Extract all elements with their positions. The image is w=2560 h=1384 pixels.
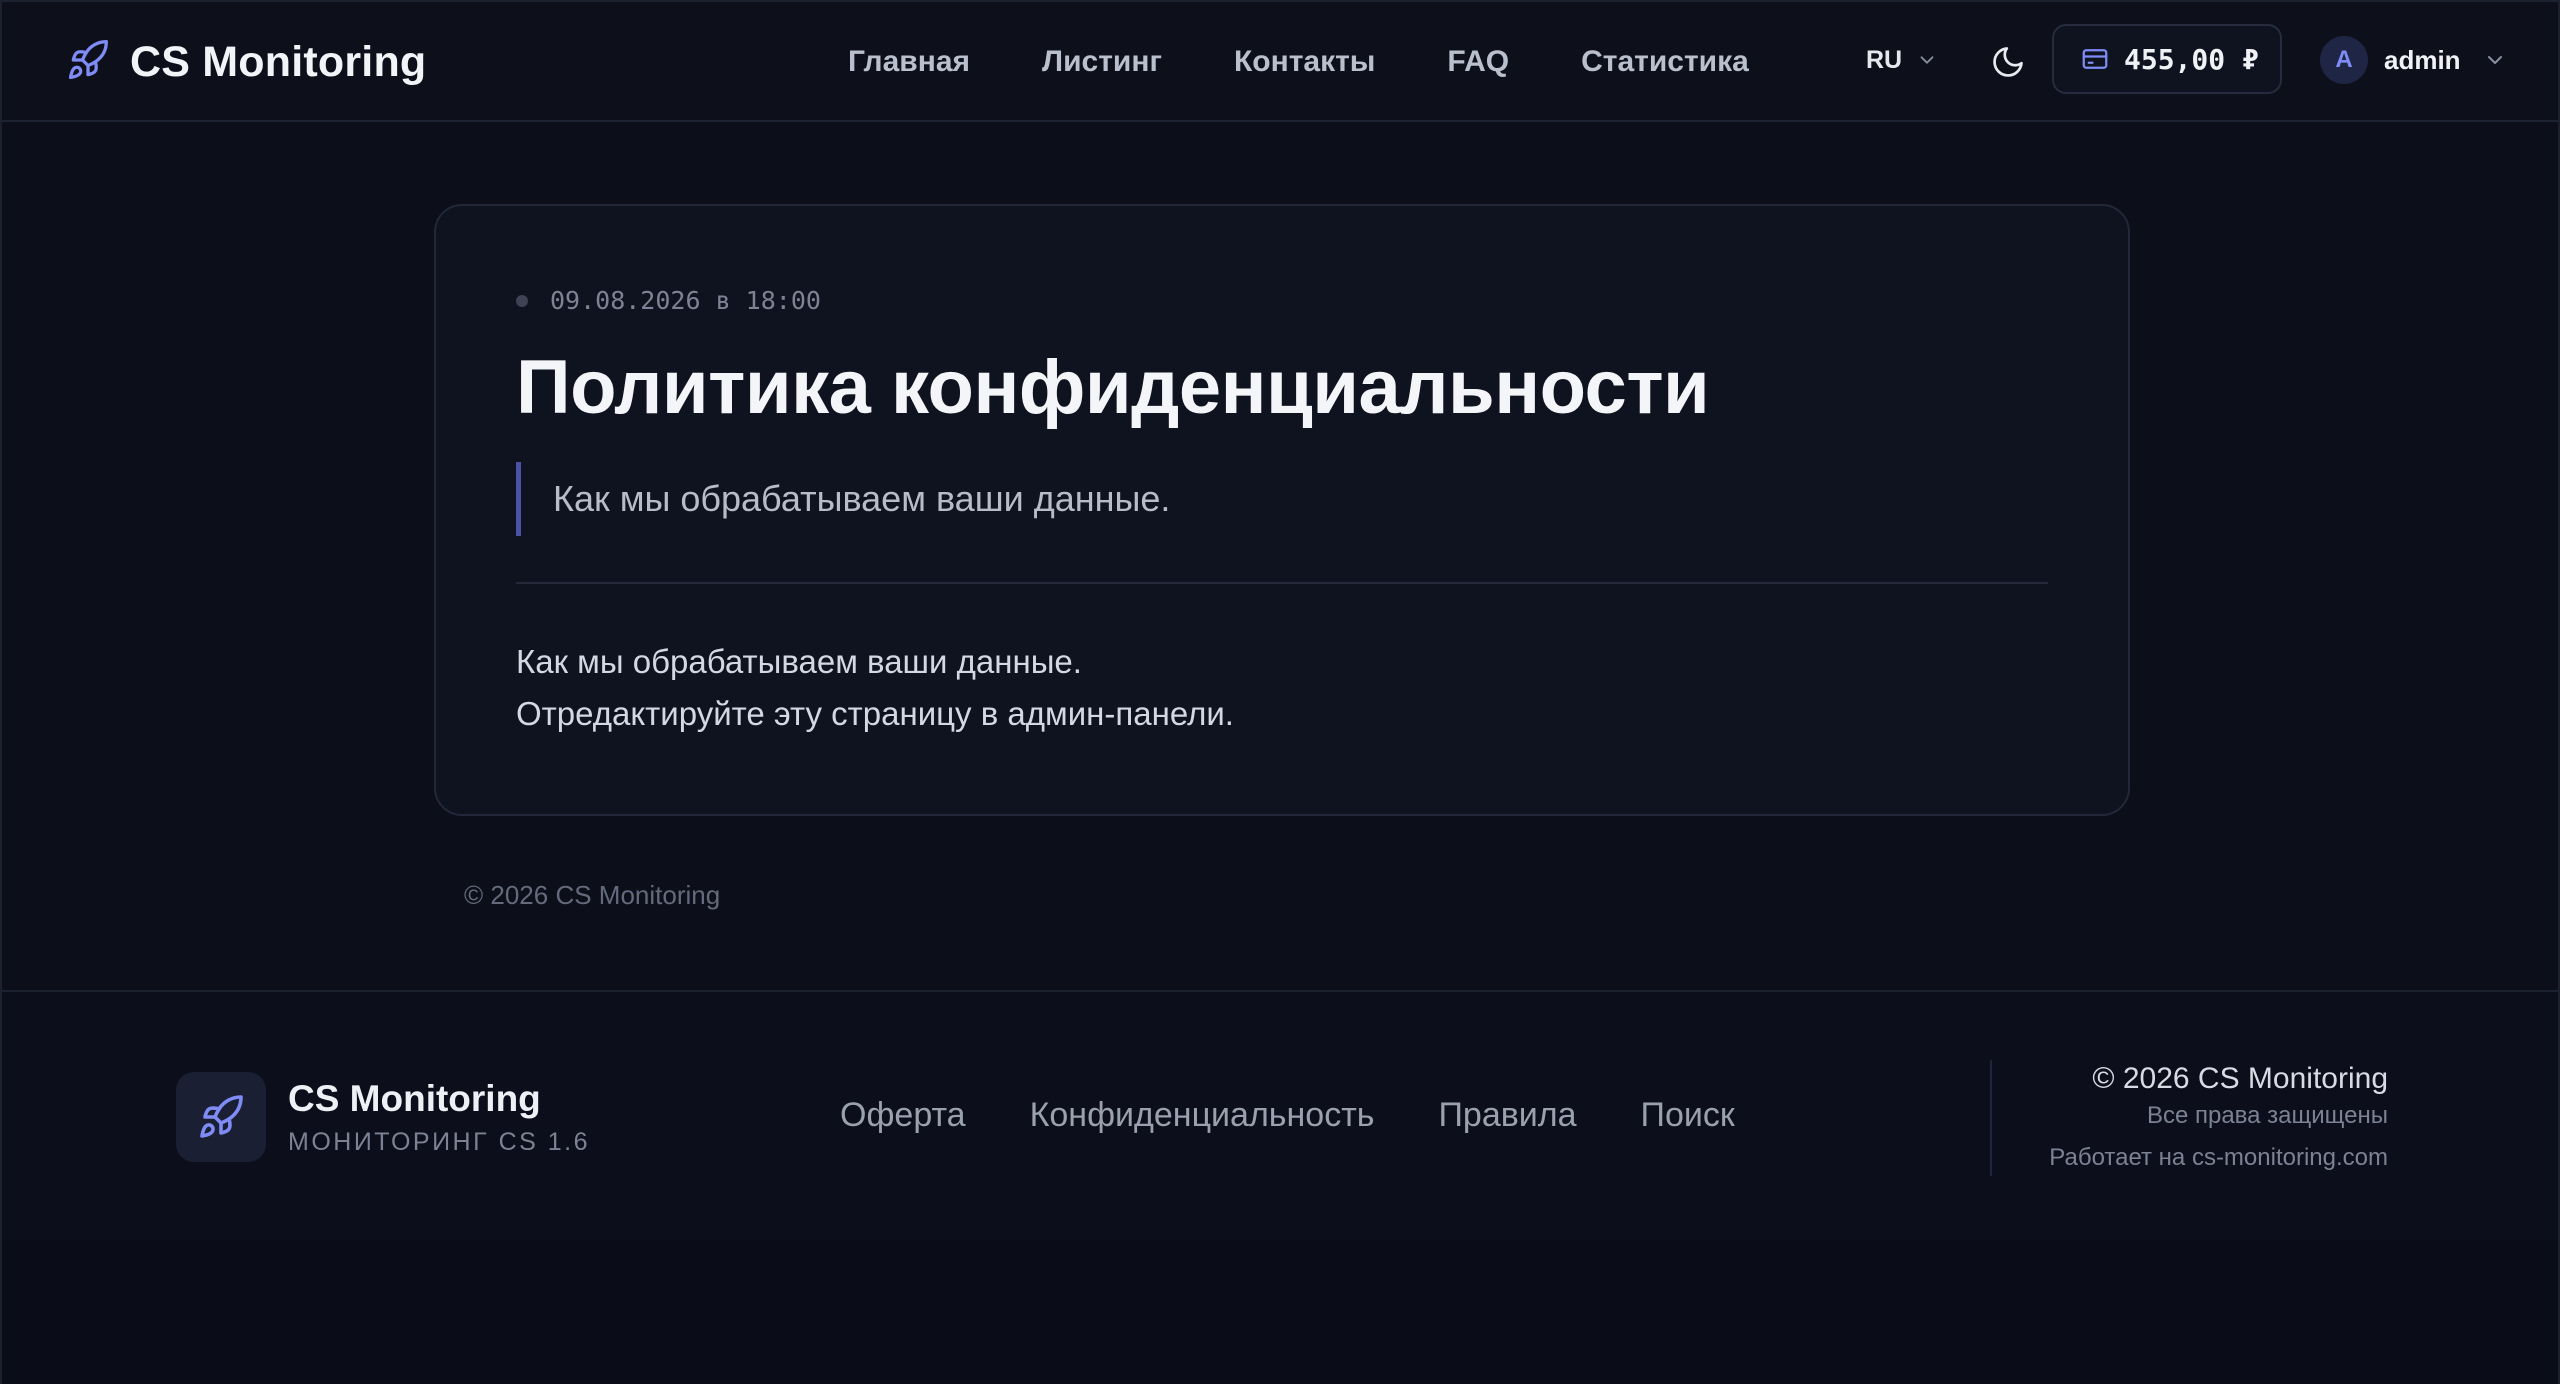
chevron-down-icon	[1920, 56, 1934, 64]
balance-value: 455,00 ₽	[2124, 42, 2259, 76]
rocket-icon	[66, 38, 110, 87]
user-name: admin	[2384, 44, 2461, 75]
footer-brand: CS Monitoring МОНИТОРИНГ CS 1.6	[288, 1078, 590, 1157]
user-menu[interactable]: A admin	[2320, 34, 2507, 86]
footer-link-search[interactable]: Поиск	[1641, 1096, 1735, 1135]
article-card: 09.08.2026 в 18:00 Политика конфиденциал…	[434, 204, 2130, 816]
footer-rights: Все права защищены	[2146, 1102, 2388, 1129]
balance-button[interactable]: 455,00 ₽	[2052, 24, 2282, 94]
main-nav: Главная Листинг Контакты FAQ Статистика	[848, 36, 1821, 88]
article-body-line: Как мы обрабатываем ваши данные.	[516, 643, 1082, 680]
language-selector[interactable]: RU	[1866, 40, 1938, 80]
site-footer: CS Monitoring МОНИТОРИНГ CS 1.6 Оферта К…	[2, 990, 2558, 1240]
footer-powered-by[interactable]: Работает на cs-monitoring.com	[2049, 1144, 2388, 1172]
brand-title: CS Monitoring	[130, 37, 427, 86]
nav-item-contacts[interactable]: Контакты	[1234, 45, 1375, 79]
page-copyright: © 2026 CS Monitoring	[464, 880, 721, 910]
nav-item-listing[interactable]: Листинг	[1042, 45, 1162, 79]
nav-item-home[interactable]: Главная	[848, 45, 970, 79]
footer-link-privacy[interactable]: Конфиденциальность	[1030, 1096, 1375, 1135]
theme-toggle-button[interactable]	[1986, 40, 2030, 84]
footer-copyright: © 2026 CS Monitoring	[2092, 1062, 2388, 1095]
top-header: CS Monitoring Главная Листинг Контакты F…	[2, 2, 2558, 122]
footer-brand-subtitle: МОНИТОРИНГ CS 1.6	[288, 1128, 590, 1156]
footer-link-offer[interactable]: Оферта	[840, 1096, 966, 1135]
wallet-icon	[2082, 49, 2108, 69]
moon-icon	[1993, 47, 2023, 77]
divider	[516, 582, 2048, 584]
footer-divider	[1990, 1060, 1992, 1176]
footer-brand-title: CS Monitoring	[288, 1078, 541, 1119]
article-body: Как мы обрабатываем ваши данные. Отредак…	[516, 636, 1234, 740]
page: CS Monitoring Главная Листинг Контакты F…	[0, 0, 2560, 1384]
article-body-line: Отредактируйте эту страницу в админ-пане…	[516, 695, 1234, 732]
footer-bottom-band	[2, 1240, 2558, 1384]
language-label: RU	[1866, 45, 1903, 74]
chevron-down-icon	[2487, 56, 2502, 64]
brand-link[interactable]: CS Monitoring	[66, 32, 426, 92]
rocket-icon	[200, 1095, 243, 1138]
nav-item-faq[interactable]: FAQ	[1447, 45, 1509, 79]
nav-item-statistics[interactable]: Статистика	[1581, 45, 1749, 79]
article-lead: Как мы обрабатываем ваши данные.	[516, 462, 1170, 536]
date-dot-icon	[516, 294, 528, 307]
footer-logo[interactable]	[176, 1072, 266, 1162]
footer-nav: Оферта Конфиденциальность Правила Поиск	[840, 1096, 1799, 1135]
article-date: 09.08.2026 в 18:00	[550, 286, 821, 315]
page-title: Политика конфиденциальности	[516, 345, 1710, 430]
footer-info: © 2026 CS Monitoring Все права защищены …	[2049, 1062, 2388, 1172]
footer-link-rules[interactable]: Правила	[1438, 1096, 1576, 1135]
article-meta: 09.08.2026 в 18:00	[516, 286, 821, 315]
avatar: A	[2320, 36, 2368, 84]
